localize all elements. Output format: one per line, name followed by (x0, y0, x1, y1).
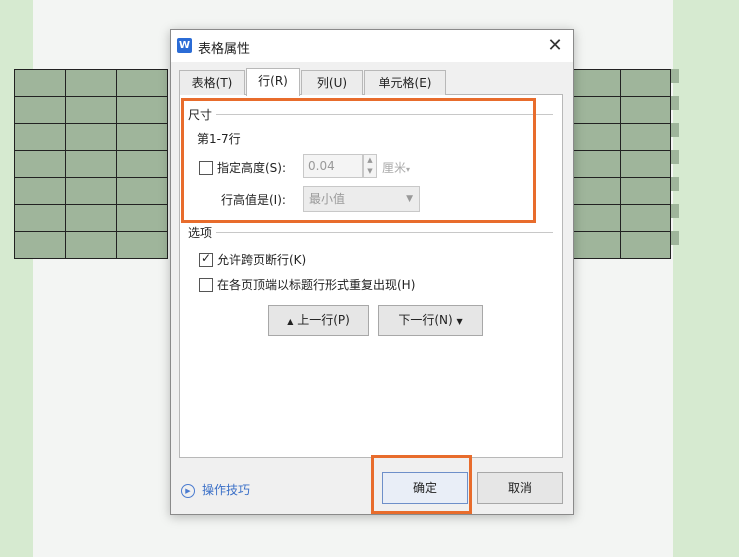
table-cell (620, 96, 671, 124)
table-edge-stub (671, 123, 679, 137)
table-cell (14, 69, 66, 97)
chevron-down-icon: ▼ (406, 194, 413, 204)
table-cell (14, 123, 66, 151)
table-cell (570, 123, 621, 151)
row-height-is-label: 行高值是(I): (221, 193, 286, 207)
height-unit-dropdown[interactable]: 厘米▾ (382, 159, 410, 176)
table-row (570, 150, 671, 178)
table-properties-dialog: W 表格属性 ✕ 表格(T) 行(R) 列(U) 单元格(E) 尺寸 第1-7行… (170, 29, 574, 515)
allow-break-label: 允许跨页断行(K) (217, 253, 307, 267)
table-row (14, 150, 168, 178)
table-row (570, 123, 671, 151)
table-row (570, 204, 671, 232)
table-cell (14, 96, 66, 124)
table-cell (65, 69, 117, 97)
table-edge-stub (671, 177, 679, 191)
tab-column[interactable]: 列(U) (301, 70, 363, 95)
ok-button[interactable]: 确定 (382, 472, 468, 504)
play-circle-icon[interactable]: ▶ (181, 484, 195, 498)
table-cell (116, 177, 168, 205)
table-edge-stubs (671, 69, 679, 258)
table-cell (620, 150, 671, 178)
size-group-divider (189, 114, 553, 115)
previous-row-button[interactable]: ▲ 上一行(P) (268, 305, 369, 336)
table-edge-stub (671, 204, 679, 218)
table-cell (65, 150, 117, 178)
close-icon[interactable]: ✕ (544, 35, 566, 57)
table-cell (570, 69, 621, 97)
options-group-divider (189, 232, 553, 233)
table-cell (116, 204, 168, 232)
table-cell (620, 123, 671, 151)
row-height-input[interactable]: 0.04 (303, 154, 363, 178)
table-cell (620, 204, 671, 232)
table-cell (116, 231, 168, 259)
spin-arrows-icon[interactable]: ▲ ▼ (363, 154, 377, 178)
row-height-type-select[interactable]: 最小值 ▼ (303, 186, 420, 212)
table-edge-stub (671, 231, 679, 245)
table-cell (116, 69, 168, 97)
arrow-up-icon: ▲ (287, 317, 294, 326)
allow-break-checkbox[interactable] (199, 251, 213, 267)
cancel-button[interactable]: 取消 (477, 472, 563, 504)
next-row-button[interactable]: 下一行(N) ▼ (378, 305, 483, 336)
tab-table[interactable]: 表格(T) (179, 70, 245, 95)
table-cell (14, 231, 66, 259)
table-cell (116, 123, 168, 151)
table-row (14, 96, 168, 124)
dialog-title: 表格属性 (198, 42, 251, 57)
rows-range-label: 第1-7行 (197, 132, 241, 146)
table-edge-stub (671, 150, 679, 164)
table-cell (65, 96, 117, 124)
table-row (14, 69, 168, 97)
document-table-left (14, 69, 168, 259)
table-cell (116, 150, 168, 178)
table-cell (570, 177, 621, 205)
table-cell (570, 231, 621, 259)
table-row (14, 231, 168, 259)
table-row (570, 96, 671, 124)
table-edge-stub (671, 69, 679, 83)
table-cell (14, 150, 66, 178)
table-cell (14, 177, 66, 205)
table-row (14, 204, 168, 232)
table-cell (620, 177, 671, 205)
help-tips-link[interactable]: 操作技巧 (202, 481, 250, 498)
table-cell (116, 96, 168, 124)
repeat-header-checkbox[interactable] (199, 278, 213, 292)
options-group-title: 选项 (188, 224, 217, 241)
tab-row[interactable]: 行(R) (246, 68, 300, 96)
table-cell (570, 150, 621, 178)
tab-cell[interactable]: 单元格(E) (364, 70, 446, 95)
table-cell (570, 96, 621, 124)
table-row (570, 69, 671, 97)
table-row (570, 231, 671, 259)
table-cell (65, 204, 117, 232)
table-row (570, 177, 671, 205)
specify-height-checkbox[interactable] (199, 161, 213, 175)
table-cell (65, 177, 117, 205)
table-cell (620, 231, 671, 259)
table-row (14, 123, 168, 151)
table-cell (570, 204, 621, 232)
document-table-right (570, 69, 671, 259)
arrow-down-icon: ▼ (456, 317, 463, 326)
repeat-header-label: 在各页顶端以标题行形式重复出现(H) (217, 278, 416, 292)
table-row (14, 177, 168, 205)
table-cell (14, 204, 66, 232)
size-group-title: 尺寸 (188, 106, 217, 123)
table-cell (65, 231, 117, 259)
dialog-titlebar: W 表格属性 ✕ (171, 30, 573, 62)
wps-writer-icon: W (177, 38, 192, 53)
specify-height-label: 指定高度(S): (217, 161, 287, 175)
table-cell (65, 123, 117, 151)
table-cell (620, 69, 671, 97)
table-edge-stub (671, 96, 679, 110)
